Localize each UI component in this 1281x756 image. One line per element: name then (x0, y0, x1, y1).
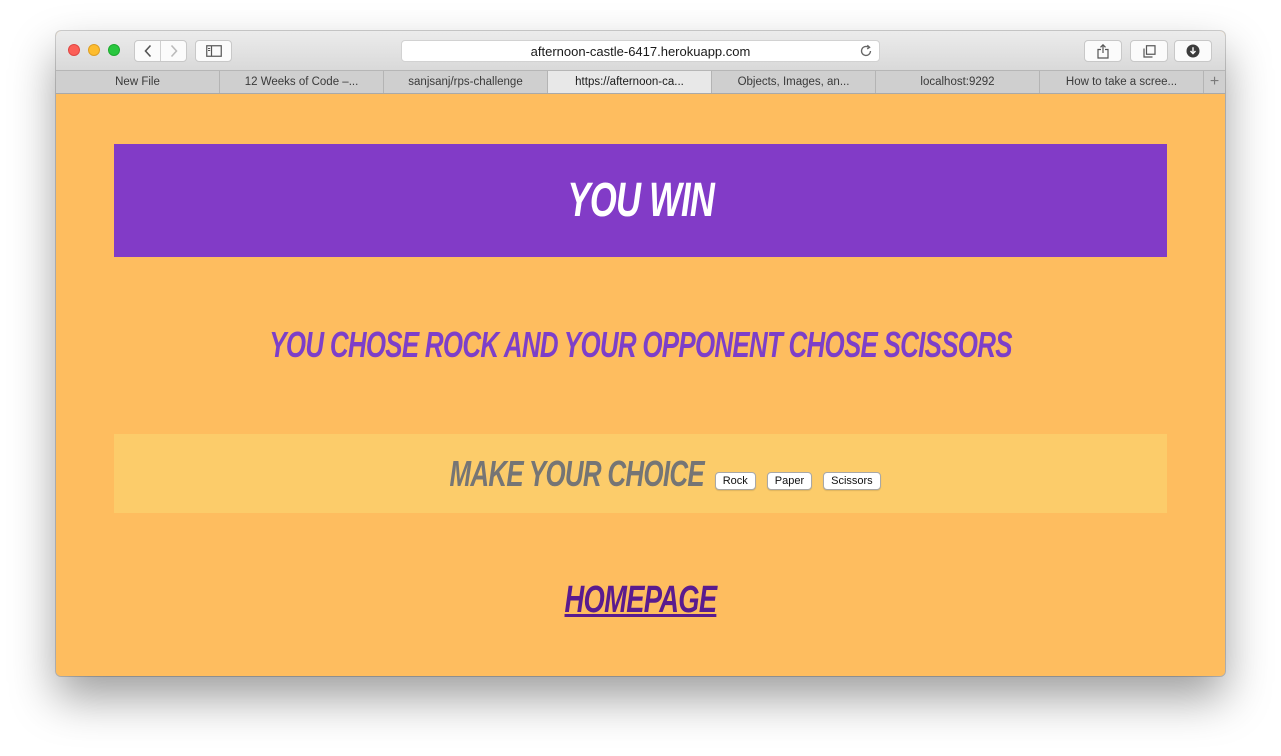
tab-label: Objects, Images, an... (737, 76, 850, 88)
share-button[interactable] (1084, 40, 1122, 62)
tab-label: 12 Weeks of Code –... (244, 76, 359, 88)
sidebar-icon (205, 45, 222, 57)
minimize-window-button[interactable] (88, 44, 100, 56)
paper-button[interactable]: Paper (766, 471, 813, 490)
tab-afternoon-castle[interactable]: https://afternoon-ca... (548, 71, 712, 93)
tab-label: sanjsanj/rps-challenge (408, 76, 523, 88)
address-bar[interactable]: afternoon-castle-6417.herokuapp.com (401, 40, 880, 62)
choice-label: Make your choice (449, 452, 705, 494)
forward-button[interactable] (160, 41, 186, 61)
result-message-row: You chose rock and your opponent chose s… (56, 324, 1225, 366)
tab-bar: New File 12 Weeks of Code –... sanjsanj/… (56, 70, 1225, 94)
new-tab-button[interactable]: + (1204, 71, 1225, 93)
nav-button-group (134, 40, 187, 62)
close-window-button[interactable] (68, 44, 80, 56)
tab-label: localhost:9292 (920, 76, 995, 88)
address-url: afternoon-castle-6417.herokuapp.com (530, 43, 751, 59)
tab-label: https://afternoon-ca... (575, 76, 684, 88)
download-icon (1186, 44, 1200, 58)
tab-how-to-screenshot[interactable]: How to take a scree... (1040, 71, 1204, 93)
tab-12-weeks-of-code[interactable]: 12 Weeks of Code –... (220, 71, 384, 93)
chevron-left-icon (144, 44, 151, 58)
browser-window: afternoon-castle-6417.herokuapp.com New … (56, 31, 1225, 676)
tab-label: New File (115, 76, 160, 88)
downloads-button[interactable] (1174, 40, 1212, 62)
result-banner: You Win (114, 144, 1167, 257)
share-icon (1097, 43, 1109, 59)
homepage-link[interactable]: Homepage (565, 579, 718, 622)
result-message: You chose rock and your opponent chose s… (269, 324, 1012, 365)
tab-new-file[interactable]: New File (56, 71, 220, 93)
banner-title: You Win (567, 174, 714, 227)
maximize-window-button[interactable] (108, 44, 120, 56)
tab-label: How to take a scree... (1065, 76, 1178, 88)
page-content: You Win You chose rock and your opponent… (56, 94, 1225, 676)
chevron-right-icon (170, 44, 178, 58)
sidebar-toggle-button[interactable] (195, 40, 232, 62)
rock-button[interactable]: Rock (714, 471, 756, 490)
scissors-button[interactable]: Scissors (823, 471, 881, 490)
tab-objects-images[interactable]: Objects, Images, an... (712, 71, 876, 93)
browser-toolbar: afternoon-castle-6417.herokuapp.com (56, 31, 1225, 70)
back-button[interactable] (135, 41, 160, 61)
tab-localhost[interactable]: localhost:9292 (876, 71, 1040, 93)
homepage-link-row: Homepage (56, 579, 1225, 622)
show-tabs-button[interactable] (1130, 40, 1168, 62)
choice-form: Make your choice Rock Paper Scissors (114, 434, 1167, 513)
tabs-overview-icon (1142, 44, 1156, 58)
tab-rps-challenge[interactable]: sanjsanj/rps-challenge (384, 71, 548, 93)
reload-icon[interactable] (859, 44, 873, 58)
